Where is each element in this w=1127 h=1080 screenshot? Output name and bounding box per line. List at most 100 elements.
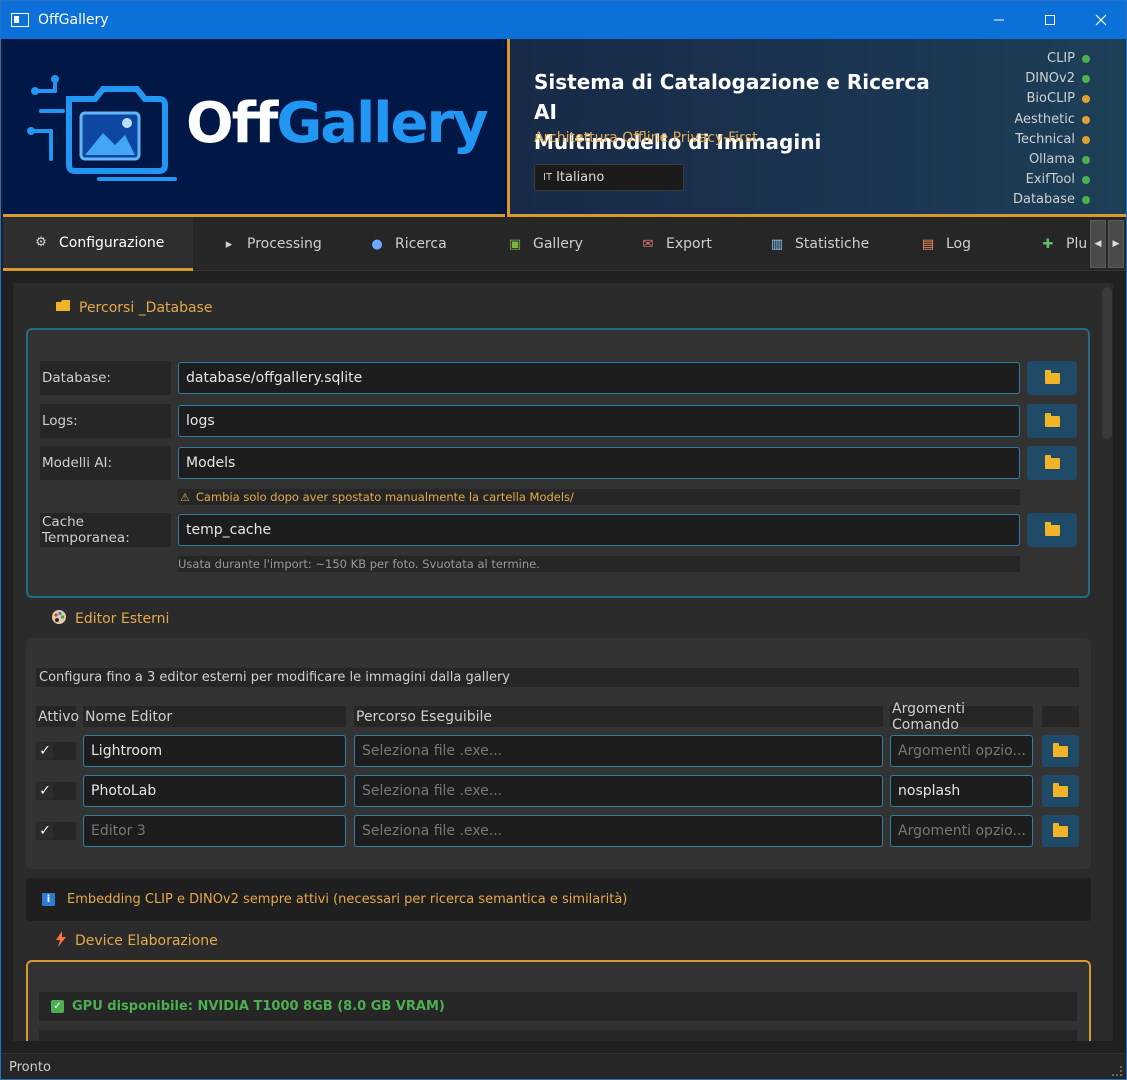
status-text: Pronto bbox=[9, 1059, 51, 1075]
active-column-header: Attivo bbox=[36, 706, 79, 727]
editor-browse-button[interactable] bbox=[1042, 735, 1079, 767]
editor-active-checkbox[interactable]: ✓ bbox=[36, 782, 76, 800]
scrollbar-thumb[interactable] bbox=[1102, 287, 1112, 439]
folder-icon bbox=[1053, 822, 1068, 837]
header-banner: OffGallery Sistema di Catalogazione e Ri… bbox=[3, 39, 1126, 217]
device-section-title: Device Elaborazione bbox=[55, 931, 218, 951]
app-info: Sistema di Catalogazione e Ricerca AI Mu… bbox=[507, 39, 1126, 217]
arrow-left-icon: ◀ bbox=[1094, 239, 1102, 249]
folder-icon bbox=[1044, 369, 1060, 384]
model-status-item: Aesthetic bbox=[1013, 110, 1090, 130]
editor-args-input[interactable]: nosplash bbox=[890, 775, 1033, 807]
database-path-input[interactable]: database/offgallery.sqlite bbox=[178, 362, 1020, 394]
paths-section-label: Percorsi _Database bbox=[79, 299, 213, 316]
close-icon bbox=[1095, 14, 1106, 26]
window-title: OffGallery bbox=[38, 12, 109, 28]
editor-path-input[interactable]: Seleziona file .exe... bbox=[354, 735, 883, 767]
document-icon: ▤ bbox=[921, 236, 935, 252]
status-dot-icon bbox=[1082, 75, 1090, 84]
close-button[interactable] bbox=[1075, 1, 1126, 39]
embedding-info-text: Embedding CLIP e DINOv2 sempre attivi (n… bbox=[67, 892, 628, 907]
editor-active-checkbox[interactable]: ✓ bbox=[36, 822, 76, 840]
editor-path-input[interactable]: Seleziona file .exe... bbox=[354, 775, 883, 807]
cache-browse-button[interactable] bbox=[1027, 513, 1077, 547]
cache-path-input[interactable]: temp_cache bbox=[178, 514, 1020, 546]
gpu-status: ✓ GPU disponibile: NVIDIA T1000 8GB (8.0… bbox=[39, 992, 1077, 1021]
editor-active-checkbox[interactable]: ✓ bbox=[36, 742, 76, 760]
folder-icon bbox=[1053, 742, 1068, 757]
tab-scroll-right-button[interactable]: ▶ bbox=[1108, 220, 1124, 268]
tab-label: Statistiche bbox=[795, 236, 870, 252]
gear-icon: ⚙ bbox=[35, 235, 47, 250]
minimize-icon bbox=[993, 19, 1004, 21]
tab-plu[interactable]: ✚ Plu bbox=[1012, 217, 1092, 271]
logs-browse-button[interactable] bbox=[1027, 404, 1077, 438]
embedding-info: i Embedding CLIP e DINOv2 sempre attivi … bbox=[26, 878, 1091, 921]
tab-log[interactable]: ▤ Log bbox=[892, 217, 1012, 271]
database-browse-button[interactable] bbox=[1027, 361, 1077, 395]
window-controls bbox=[973, 1, 1126, 39]
logs-path-input[interactable]: logs bbox=[178, 405, 1020, 437]
status-dot-icon bbox=[1082, 115, 1090, 124]
paths-group: Database: database/offgallery.sqlite Log… bbox=[26, 328, 1090, 598]
paths-section-title: Percorsi _Database bbox=[55, 299, 212, 316]
models-path-input[interactable]: Models bbox=[178, 447, 1020, 479]
editor-name-input[interactable]: Editor 3 bbox=[83, 815, 346, 847]
magnifier-icon: ● bbox=[371, 236, 383, 252]
logs-label: Logs: bbox=[40, 404, 171, 438]
editor-path-input[interactable]: Seleziona file .exe... bbox=[354, 815, 883, 847]
editor-name-input[interactable]: Lightroom bbox=[83, 735, 346, 767]
checkmark-icon: ✓ bbox=[37, 783, 53, 799]
minimize-button[interactable] bbox=[973, 1, 1024, 39]
editors-description: Configura fino a 3 editor esterni per mo… bbox=[36, 668, 1079, 687]
app-icon bbox=[11, 13, 29, 27]
folder-icon bbox=[1053, 782, 1068, 797]
model-status-item: CLIP bbox=[1013, 49, 1090, 69]
tab-processing[interactable]: ▸ Processing bbox=[193, 217, 341, 271]
warning-icon: ⚠ bbox=[180, 490, 190, 504]
tab-export[interactable]: ✉ Export bbox=[612, 217, 741, 271]
editor-args-input[interactable]: Argomenti opzio... bbox=[890, 735, 1033, 767]
cache-label: Cache Temporanea: bbox=[40, 513, 171, 547]
logo-gallery: Gallery bbox=[276, 91, 488, 156]
logo: OffGallery bbox=[3, 39, 505, 217]
language-value: Italiano bbox=[556, 170, 605, 185]
status-dot-icon bbox=[1082, 55, 1090, 64]
maximize-button[interactable] bbox=[1024, 1, 1075, 39]
tab-scroll-left-button[interactable]: ◀ bbox=[1090, 220, 1106, 268]
status-dot-icon bbox=[1082, 176, 1090, 185]
model-status-item: DINOv2 bbox=[1013, 69, 1090, 89]
vertical-scrollbar[interactable] bbox=[1101, 285, 1115, 1037]
models-browse-button[interactable] bbox=[1027, 446, 1077, 480]
language-flag: IT bbox=[543, 172, 553, 183]
model-status-label: Aesthetic bbox=[1014, 111, 1075, 127]
tab-statistiche[interactable]: ▥ Statistiche bbox=[741, 217, 892, 271]
model-status-item: Technical bbox=[1013, 130, 1090, 150]
language-select[interactable]: IT Italiano bbox=[534, 164, 684, 191]
editor-browse-button[interactable] bbox=[1042, 775, 1079, 807]
status-dot-icon bbox=[1082, 196, 1090, 205]
tab-gallery[interactable]: ▣ Gallery bbox=[479, 217, 612, 271]
folder-icon bbox=[55, 299, 71, 316]
maximize-icon bbox=[1044, 15, 1055, 25]
app-title-line1: Sistema di Catalogazione e Ricerca AI bbox=[534, 70, 930, 124]
folder-icon bbox=[1044, 412, 1060, 427]
check-icon: ✓ bbox=[51, 1000, 64, 1013]
tab-bar: ✚ Plu ▤ Log ▥ Statistiche ✉ Export ▣ Gallery ● Rice… bbox=[3, 217, 1126, 271]
args-column-header: Argomenti Comando bbox=[890, 701, 1033, 733]
palette-icon bbox=[51, 609, 67, 629]
tab-label: Processing bbox=[247, 236, 322, 252]
tab-ricerca[interactable]: ● Ricerca bbox=[341, 217, 479, 271]
info-icon: i bbox=[42, 893, 55, 906]
gpu-status-text: GPU disponibile: NVIDIA T1000 8GB (8.0 G… bbox=[72, 999, 445, 1014]
editor-name-input[interactable]: PhotoLab bbox=[83, 775, 346, 807]
resize-grip-icon[interactable] bbox=[1112, 1066, 1122, 1076]
editor-args-input[interactable]: Argomenti opzio... bbox=[890, 815, 1033, 847]
tab-label: Plu bbox=[1066, 236, 1088, 252]
status-dot-icon bbox=[1082, 95, 1090, 104]
tab-configurazione[interactable]: ⚙ Configurazione bbox=[3, 217, 193, 271]
model-status-item: ExifTool bbox=[1013, 170, 1090, 190]
editor-browse-button[interactable] bbox=[1042, 815, 1079, 847]
editors-section-title: Editor Esterni bbox=[51, 609, 169, 629]
name-column-header: Nome Editor bbox=[83, 706, 346, 727]
